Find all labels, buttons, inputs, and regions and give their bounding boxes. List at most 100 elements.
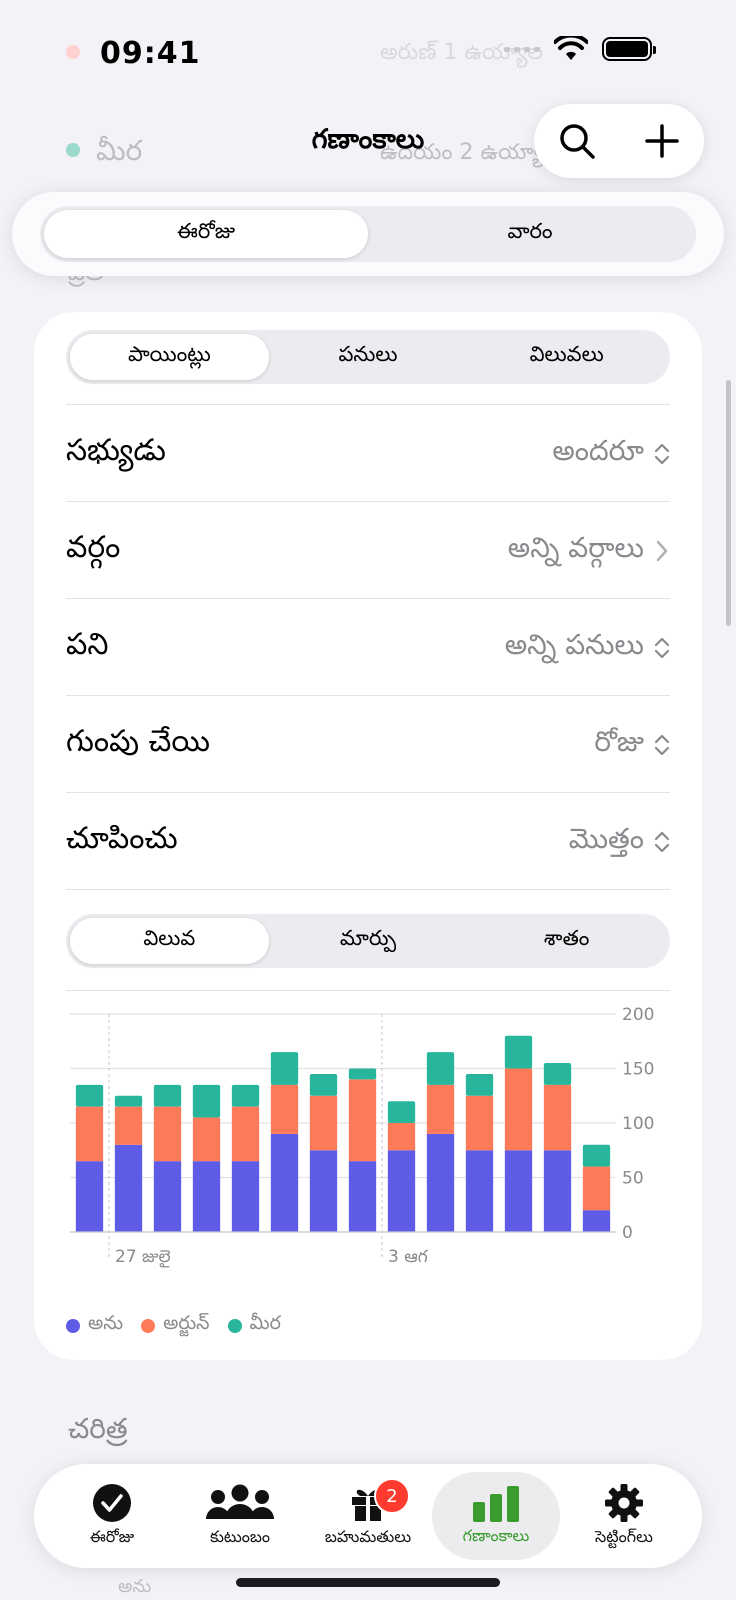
legend-item-meera: మీర [227, 1312, 281, 1339]
x-tick-label: 3 ఆగ [388, 1247, 429, 1267]
tabbar-settings[interactable]: సెట్టింగ్‌లు [560, 1472, 688, 1560]
bar-segment-3 [543, 1063, 572, 1085]
ghost-dot-1 [66, 45, 80, 59]
bar-segment-2 [543, 1084, 572, 1151]
bar-segment-1 [192, 1161, 221, 1232]
filter-task[interactable]: పని అన్ని పనులు [66, 598, 670, 696]
bar-segment-2 [465, 1095, 494, 1151]
tabbar-statistics[interactable]: గణాంకాలు [432, 1472, 560, 1560]
y-tick-label: 100 [622, 1114, 654, 1134]
checkmark-circle-icon [93, 1483, 131, 1522]
tabbar-rewards-label: బహుమతులు [324, 1526, 412, 1546]
bar-segment-3 [192, 1084, 221, 1118]
bar-segment-1 [309, 1150, 338, 1232]
bar-segment-3 [231, 1084, 260, 1107]
history-heading: చరిత్ర [68, 1412, 128, 1445]
scroll-indicator[interactable] [726, 380, 731, 626]
tabbar-rewards[interactable]: బహుమతులు 2 [304, 1472, 432, 1560]
tabbar-today[interactable]: ఈరోజు [48, 1472, 176, 1560]
y-tick-label: 0 [622, 1223, 633, 1243]
filter-category[interactable]: వర్గం అన్ని వర్గాలు [66, 501, 670, 599]
signal-icon [504, 46, 540, 52]
gear-icon [605, 1483, 643, 1522]
x-tick-label: 27 జులై [115, 1247, 171, 1268]
filter-category-label: వర్గం [66, 529, 121, 565]
bar-segment-3 [426, 1052, 455, 1085]
filter-show[interactable]: చూపించు మొత్తం [66, 792, 670, 890]
bar-segment-3 [504, 1035, 533, 1069]
filter-show-value: మొత్తం [568, 821, 644, 855]
bar-segment-1 [426, 1133, 455, 1232]
bar-segment-2 [582, 1166, 611, 1211]
tab-bar: ఈరోజు కుటుంబం బహుమతులు 2 గణాంకాలు సెట్టి… [34, 1464, 702, 1568]
bar-segment-3 [465, 1073, 494, 1096]
bar-segment-2 [75, 1106, 104, 1162]
bar-segment-3 [270, 1052, 299, 1085]
filter-task-value: అన్ని పనులు [504, 627, 644, 661]
filter-member-label: సభ్యుడు [66, 432, 166, 468]
bar-segment-1 [543, 1150, 572, 1232]
tabbar-today-label: ఈరోజు [89, 1526, 135, 1546]
legend-item-anu: అను [66, 1312, 123, 1339]
filter-group-by[interactable]: గుంపు చేయి రోజు [66, 695, 670, 793]
tab-points[interactable]: పాయింట్లు [70, 334, 269, 380]
tab-values[interactable]: విలువలు [467, 334, 666, 380]
bar-chart-icon [473, 1485, 519, 1522]
y-tick-label: 50 [622, 1169, 644, 1189]
chevron-right-icon [656, 540, 668, 561]
bar-segment-2 [309, 1095, 338, 1151]
nav-actions [534, 104, 704, 178]
search-button[interactable] [547, 111, 607, 171]
add-button[interactable] [632, 111, 692, 171]
bar-segment-1 [114, 1144, 143, 1232]
chevron-updown-icon [654, 637, 670, 658]
bar-segment-1 [75, 1161, 104, 1232]
bar-segment-2 [504, 1068, 533, 1151]
legend-swatch [66, 1318, 80, 1333]
filter-member[interactable]: సభ్యుడు అందరూ [66, 404, 670, 502]
tabbar-statistics-label: గణాంకాలు [462, 1525, 530, 1545]
bar-segment-2 [387, 1123, 416, 1151]
bar-segment-1 [387, 1150, 416, 1232]
bar-segment-3 [114, 1095, 143, 1107]
view-segmented: విలువ మార్పు శాతం [66, 914, 670, 968]
notification-badge: 2 [374, 1478, 410, 1514]
home-indicator[interactable] [236, 1578, 500, 1587]
tab-value[interactable]: విలువ [70, 918, 269, 964]
period-segmented: ఈరోజు వారం [40, 206, 696, 262]
bar-segment-2 [270, 1084, 299, 1134]
legend-swatch [227, 1318, 242, 1333]
status-icons [504, 36, 656, 62]
bar-segment-2 [114, 1106, 143, 1145]
bar-segment-2 [192, 1117, 221, 1162]
tab-change[interactable]: మార్పు [269, 918, 468, 964]
ghost-bottom: అను [118, 1576, 152, 1597]
y-tick-label: 200 [622, 1005, 654, 1025]
wifi-icon [554, 36, 588, 60]
tab-percent[interactable]: శాతం [467, 918, 666, 964]
metric-segmented: పాయింట్లు పనులు విలువలు [66, 330, 670, 384]
legend-item-arjun: అర్జున్ [141, 1312, 210, 1339]
tab-today[interactable]: ఈరోజు [44, 210, 368, 258]
bar-segment-3 [582, 1144, 611, 1167]
tabbar-family-label: కుటుంబం [209, 1526, 270, 1546]
bar-segment-2 [426, 1084, 455, 1134]
bar-segment-3 [387, 1101, 416, 1123]
search-icon [559, 124, 595, 159]
bar-segment-3 [75, 1084, 104, 1107]
legend-swatch [141, 1318, 156, 1333]
filter-member-value: అందరూ [552, 433, 644, 467]
bar-segment-2 [153, 1106, 182, 1162]
stats-card: పాయింట్లు పనులు విలువలు సభ్యుడు అందరూ వర… [34, 312, 702, 1360]
bar-segment-3 [348, 1068, 377, 1080]
tab-week[interactable]: వారం [368, 210, 692, 258]
period-selector: ఈరోజు వారం [12, 192, 724, 276]
tab-tasks[interactable]: పనులు [269, 334, 468, 380]
plus-icon [644, 124, 679, 158]
chevron-updown-icon [654, 831, 670, 852]
filter-group-label: గుంపు చేయి [66, 723, 210, 759]
bar-segment-1 [465, 1150, 494, 1232]
y-tick-label: 150 [622, 1060, 654, 1080]
bar-segment-1 [582, 1210, 611, 1232]
tabbar-family[interactable]: కుటుంబం [176, 1472, 304, 1560]
